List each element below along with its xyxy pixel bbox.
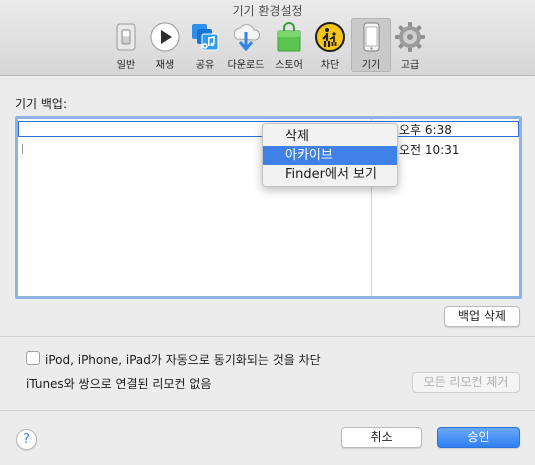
backup-date: 오전 10:31 xyxy=(399,143,460,157)
preferences-toolbar: 기기 환경설정 일반 재생 공유 다운로드 스토어 차단 기기 고급 xyxy=(0,0,535,76)
toolbar-item-downloads[interactable]: 다운로드 xyxy=(226,18,266,72)
download-cloud-icon xyxy=(233,24,261,52)
backups-label: 기기 백업: xyxy=(15,97,68,111)
backup-row[interactable] xyxy=(22,144,23,154)
toolbar-label: 고급 xyxy=(400,60,420,71)
delete-backup-button[interactable]: 백업 삭제 xyxy=(444,306,520,327)
prevent-sync-checkbox[interactable] xyxy=(26,351,40,365)
device-icon xyxy=(363,22,380,52)
window-title: 기기 환경설정 xyxy=(232,4,303,18)
cancel-button[interactable]: 취소 xyxy=(341,427,422,448)
store-bag-icon xyxy=(277,22,301,52)
divider xyxy=(0,410,535,411)
toolbar-item-restrictions[interactable]: 차단 xyxy=(310,18,350,72)
parental-control-icon xyxy=(315,22,345,52)
backup-context-menu: 삭제 아카이브 Finder에서 보기 xyxy=(262,123,398,187)
menu-item-show-in-finder[interactable]: Finder에서 보기 xyxy=(263,165,397,184)
play-icon xyxy=(150,22,180,52)
menu-item-delete[interactable]: 삭제 xyxy=(263,127,397,146)
toolbar-item-advanced[interactable]: 고급 xyxy=(390,18,430,72)
gear-icon xyxy=(395,22,425,52)
remotes-status: iTunes와 쌍으로 연결된 리모컨 없음 xyxy=(26,377,212,391)
music-share-icon xyxy=(192,24,219,51)
backup-date: 오후 6:38 xyxy=(399,123,452,137)
ok-button[interactable]: 승인 xyxy=(437,427,520,448)
help-button[interactable]: ? xyxy=(16,429,37,450)
general-switch-icon xyxy=(116,23,136,51)
divider xyxy=(0,336,535,337)
prevent-sync-label: iPod, iPhone, iPad가 자동으로 동기화되는 것을 차단 xyxy=(45,353,321,367)
remove-remotes-button[interactable]: 모든 리모컨 제거 xyxy=(412,372,520,393)
menu-item-archive[interactable]: 아카이브 xyxy=(263,146,397,165)
toolbar-item-sharing[interactable]: 공유 xyxy=(185,18,225,72)
toolbar-item-store[interactable]: 스토어 xyxy=(269,18,309,72)
